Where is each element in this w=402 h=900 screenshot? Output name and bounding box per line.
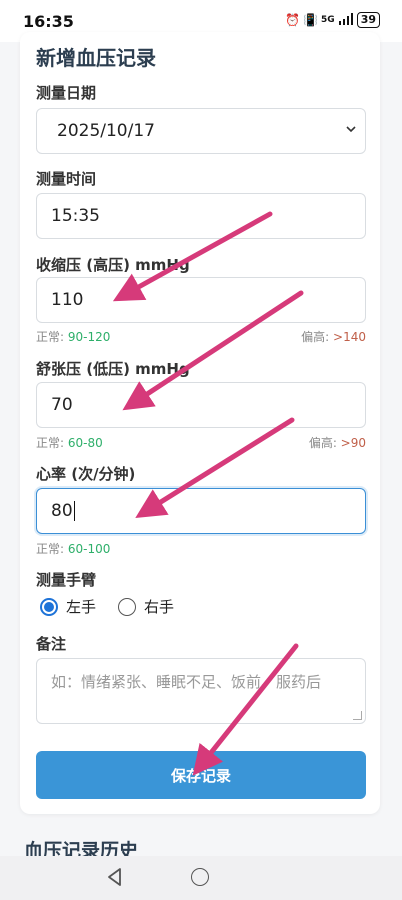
time-value: 15:35 <box>51 206 100 226</box>
battery-icon: 39 <box>356 12 380 28</box>
diastolic-label: 舒张压 (低压) mmHg <box>36 360 190 378</box>
chevron-down-icon <box>345 123 359 137</box>
diastolic-input[interactable]: 70 <box>36 382 366 428</box>
diastolic-normal-hint: 正常: 60-80 <box>36 434 103 451</box>
form-title: 新增血压记录 <box>36 46 156 70</box>
systolic-high-value: >140 <box>333 330 366 344</box>
heart-rate-input[interactable]: 80 <box>36 488 366 534</box>
network-label: 5G <box>321 15 335 25</box>
status-icons: ⏰ 📳 5G 39 <box>285 12 380 28</box>
normal-label: 正常: <box>36 542 68 556</box>
notes-textarea[interactable]: 如：情绪紧张、睡眠不足、饭前、服药后 <box>36 658 366 724</box>
date-select[interactable]: 2025/10/17 <box>36 108 366 154</box>
time-input[interactable]: 15:35 <box>36 193 366 239</box>
normal-label: 正常: <box>36 330 68 344</box>
radio-right-arm[interactable]: 右手 <box>118 596 174 617</box>
text-cursor <box>73 501 76 521</box>
radio-left-label: 左手 <box>66 598 97 616</box>
radio-checked-icon[interactable] <box>40 597 58 616</box>
heart-rate-normal-hint: 正常: 60-100 <box>36 540 110 557</box>
heart-rate-label: 心率 (次/分钟) <box>36 465 136 483</box>
heart-rate-normal-range: 60-100 <box>67 542 111 556</box>
diastolic-value: 70 <box>51 395 73 415</box>
notes-placeholder: 如：情绪紧张、睡眠不足、饭前、服药后 <box>51 673 322 691</box>
time-label: 测量时间 <box>36 170 97 188</box>
home-icon[interactable] <box>191 868 209 886</box>
systolic-high-hint: 偏高: >140 <box>301 328 366 345</box>
systolic-normal-range: 90-120 <box>67 330 111 344</box>
diastolic-high-hint: 偏高: >90 <box>309 434 366 451</box>
radio-unchecked-icon[interactable] <box>118 597 137 616</box>
alarm-icon: ⏰ <box>285 13 300 27</box>
date-value: 2025/10/17 <box>57 121 155 141</box>
save-button[interactable]: 保存记录 <box>36 751 366 799</box>
vibrate-icon: 📳 <box>303 13 318 27</box>
high-label: 偏高: <box>308 436 341 450</box>
arm-radio-group: 左手 右手 <box>40 596 174 617</box>
systolic-label: 收缩压 (高压) mmHg <box>36 256 190 274</box>
high-label: 偏高: <box>301 330 334 344</box>
systolic-input[interactable]: 110 <box>36 277 366 323</box>
status-time: 16:35 <box>23 12 74 31</box>
back-icon[interactable] <box>106 867 124 891</box>
radio-right-label: 右手 <box>144 598 175 616</box>
signal-icon <box>338 13 353 27</box>
diastolic-high-value: >90 <box>340 436 366 450</box>
heart-rate-value: 80 <box>51 501 73 521</box>
notes-label: 备注 <box>36 635 67 653</box>
resize-handle-icon[interactable] <box>353 711 362 720</box>
diastolic-normal-range: 60-80 <box>67 436 103 450</box>
date-label: 测量日期 <box>36 84 97 102</box>
systolic-normal-hint: 正常: 90-120 <box>36 328 110 345</box>
system-nav-bar <box>0 856 402 900</box>
radio-left-arm[interactable]: 左手 <box>40 596 96 617</box>
arm-label: 测量手臂 <box>36 571 97 589</box>
systolic-value: 110 <box>51 290 84 310</box>
normal-label: 正常: <box>36 436 68 450</box>
